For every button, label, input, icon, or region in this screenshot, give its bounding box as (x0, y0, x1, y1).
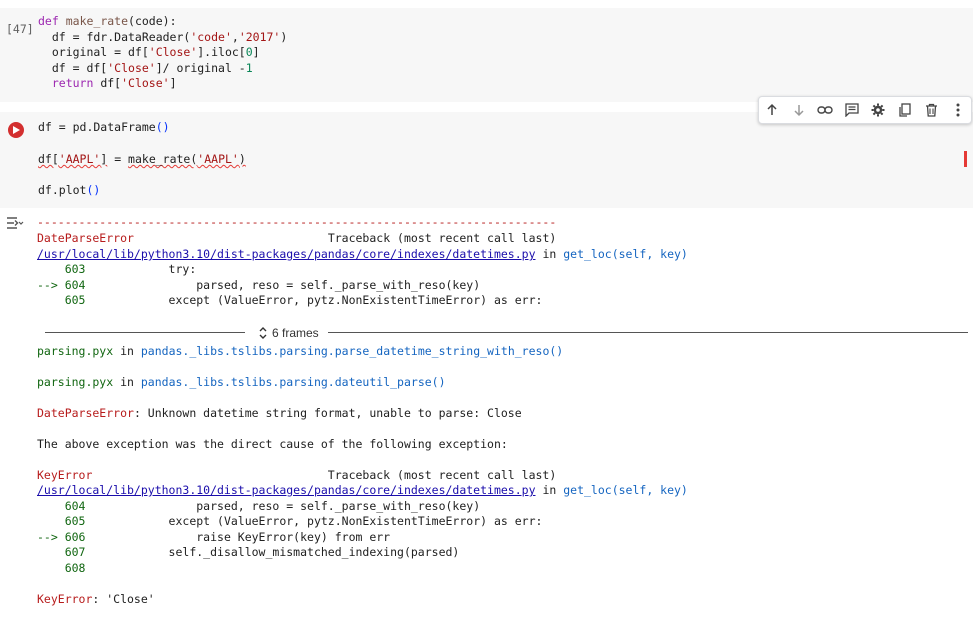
code-cell-make-rate[interactable]: [47] def make_rate(code): df = fdr.DataR… (0, 8, 973, 102)
code-text: parsed, reso = self._parse_with_reso(key… (85, 278, 481, 292)
tb2-line-608: 608 (37, 561, 86, 577)
line-number: 605 (37, 514, 86, 528)
cause-text: The above exception was the direct cause… (37, 437, 508, 451)
line-number: 605 (37, 293, 86, 307)
play-icon (13, 126, 20, 134)
mirror-cell-icon (899, 103, 911, 117)
line-number: 604 (37, 499, 86, 513)
more-vert-icon (956, 103, 960, 117)
output-collapse-icon (7, 217, 24, 229)
move-down-button[interactable] (788, 99, 810, 121)
line-number: 603 (37, 262, 86, 276)
run-cell-button[interactable] (8, 122, 24, 138)
execution-count: [47] (6, 22, 34, 36)
traceback-location-1: /usr/local/lib/python3.10/dist-packages/… (37, 247, 688, 263)
move-up-button[interactable] (761, 99, 783, 121)
code-line-1[interactable]: def make_rate(code): (38, 14, 177, 29)
error-text: : Unknown datetime string format, unable… (133, 406, 522, 420)
parsing-frame-2: parsing.pyx in pandas._libs.tslibs.parsi… (37, 375, 446, 389)
code-line-2[interactable]: df = fdr.DataReader('code','2017') (38, 30, 287, 45)
code-text: except (ValueError, pytz.NonExistentTime… (85, 293, 543, 307)
tb1-line-604: --> 604 parsed, reso = self._parse_with_… (37, 278, 480, 294)
source-path-link[interactable]: /usr/local/lib/python3.10/dist-packages/… (37, 247, 536, 261)
trash-icon (925, 103, 937, 117)
traceback-label: Traceback (most recent call last) (327, 468, 557, 482)
source-path-link[interactable]: /usr/local/lib/python3.10/dist-packages/… (37, 483, 536, 497)
frames-label: 6 frames (272, 326, 319, 340)
cell-toolbar (758, 96, 972, 124)
settings-button[interactable] (867, 99, 889, 121)
tb2-line-604: 604 parsed, reso = self._parse_with_reso… (37, 499, 480, 515)
frames-divider-right (328, 332, 968, 333)
code-text: try: (85, 262, 197, 276)
code-text: raise KeyError(key) from err (85, 530, 391, 544)
frames-toggle[interactable]: 6 frames (258, 326, 319, 340)
frames-divider-left (45, 332, 245, 333)
code-cell-plot[interactable]: df = pd.DataFrame() df['AAPL'] = make_ra… (0, 112, 973, 208)
tb2-line-607: 607 self._disallow_mismatched_indexing(p… (37, 545, 460, 561)
traceback-location-2: /usr/local/lib/python3.10/dist-packages/… (37, 483, 688, 499)
line-number: 607 (37, 545, 86, 559)
function-name: get_loc(self, key) (563, 247, 688, 261)
code-text: parsed, reso = self._parse_with_reso(key… (85, 499, 481, 513)
traceback-dashes: ----------------------------------------… (37, 215, 557, 229)
comment-icon (845, 103, 859, 117)
frame-func: pandas._libs.tslibs.parsing.dateutil_par… (140, 375, 446, 389)
code-text: except (ValueError, pytz.NonExistentTime… (85, 514, 543, 528)
traceback-label: Traceback (most recent call last) (327, 231, 557, 245)
in-word: in (542, 483, 557, 497)
line-number: --> 604 (37, 278, 86, 292)
function-name: get_loc(self, key) (563, 483, 688, 497)
in-word: in (542, 247, 557, 261)
code-line-aapl[interactable]: df['AAPL'] = make_rate('AAPL') (38, 152, 246, 167)
line-number: --> 606 (37, 530, 86, 544)
code-line-df[interactable]: df = pd.DataFrame() (38, 120, 170, 135)
frame-func: pandas._libs.tslibs.parsing.parse_dateti… (140, 344, 564, 358)
traceback-header-2: KeyError Traceback (most recent call las… (37, 468, 556, 484)
delete-cell-button[interactable] (920, 99, 942, 121)
gear-icon (871, 103, 885, 117)
error-type: KeyError (37, 592, 93, 606)
tb2-line-606: --> 606 raise KeyError(key) from err (37, 530, 390, 546)
arrow-up-icon (767, 103, 777, 115)
code-line-3[interactable]: original = df['Close'].iloc[0] (38, 45, 260, 60)
line-number: 608 (37, 561, 86, 575)
code-text: self._disallow_mismatched_indexing(parse… (85, 545, 460, 559)
final-error: KeyError: 'Close' (37, 592, 155, 608)
tb2-line-605: 605 except (ValueError, pytz.NonExistent… (37, 514, 543, 530)
code-line-4[interactable]: df = df['Close']/ original -1 (38, 61, 253, 76)
error-type: KeyError (37, 468, 93, 482)
mirror-cell-button[interactable] (894, 99, 916, 121)
error-marker (964, 151, 967, 167)
traceback-header-1: DateParseError Traceback (most recent ca… (37, 231, 556, 247)
error-message-1: DateParseError: Unknown datetime string … (37, 406, 522, 422)
error-text: : 'Close' (92, 592, 155, 606)
link-button[interactable] (814, 99, 836, 121)
error-type: DateParseError (37, 231, 134, 245)
tb1-line-605: 605 except (ValueError, pytz.NonExistent… (37, 293, 543, 309)
more-actions-button[interactable] (947, 99, 969, 121)
code-line-5[interactable]: return df['Close'] (38, 76, 177, 91)
output-actions-button[interactable] (6, 216, 24, 233)
error-type: DateParseError (37, 406, 134, 420)
unfold-icon (259, 327, 267, 339)
code-line-plot[interactable]: df.plot() (38, 183, 100, 198)
frame-file: parsing.pyx (37, 375, 114, 389)
parsing-frame-1: parsing.pyx in pandas._libs.tslibs.parsi… (37, 344, 564, 358)
frame-file: parsing.pyx (37, 344, 114, 358)
tb1-line-603: 603 try: (37, 262, 197, 278)
arrow-down-icon (794, 105, 804, 117)
comment-button[interactable] (841, 99, 863, 121)
link-icon (817, 106, 833, 114)
